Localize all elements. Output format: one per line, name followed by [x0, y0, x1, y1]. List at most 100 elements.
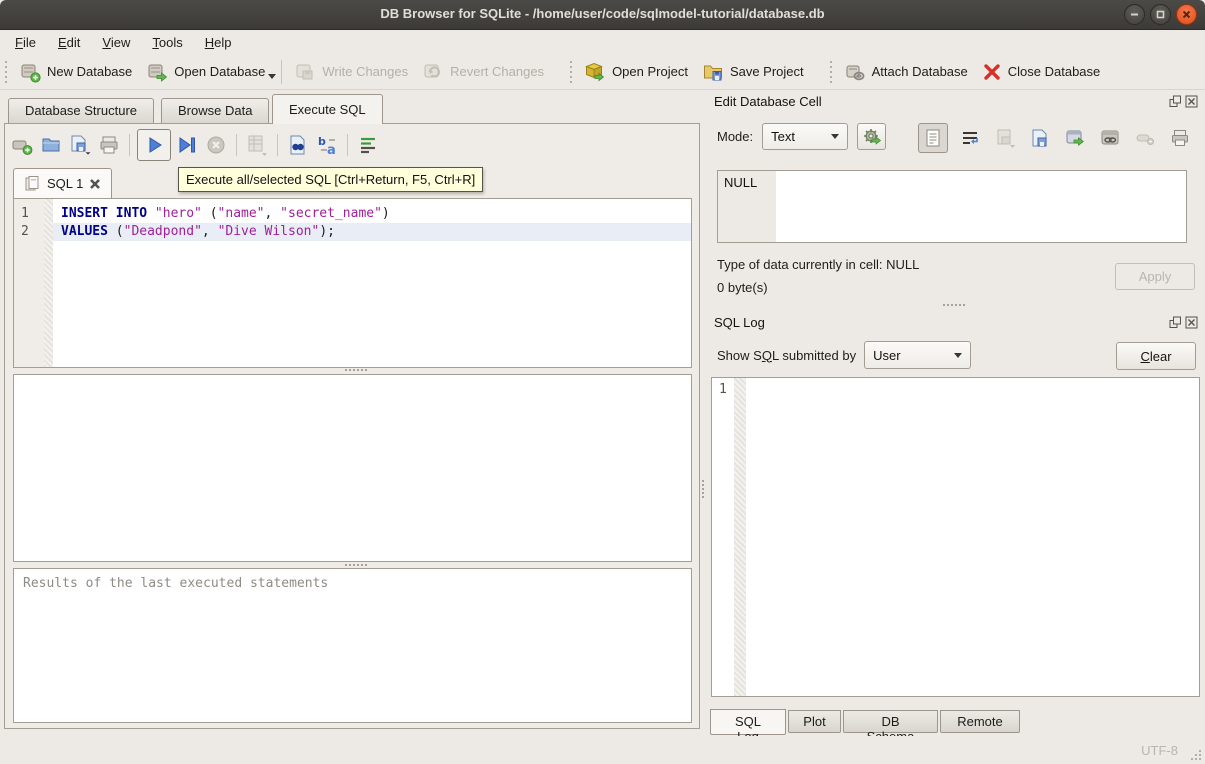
titlebar[interactable]: DB Browser for SQLite - /home/user/code/…	[0, 0, 1205, 30]
sql-document-tab[interactable]: SQL 1	[13, 168, 112, 198]
close-database-button[interactable]: Close Database	[975, 58, 1108, 86]
sql-log-text-area[interactable]	[746, 378, 1199, 696]
dock-tab-plot[interactable]: Plot	[788, 710, 841, 733]
code-line[interactable]: INSERT INTO "hero" ("name", "secret_name…	[53, 205, 691, 223]
float-panel-icon[interactable]	[1169, 95, 1182, 108]
format-sql-icon	[357, 134, 379, 156]
menu-help[interactable]: Help	[194, 32, 243, 53]
dock-tab-remote[interactable]: Remote	[940, 710, 1020, 733]
save-project-label: Save Project	[730, 64, 804, 79]
print-sql-button[interactable]	[96, 132, 122, 158]
maximize-button[interactable]	[1150, 4, 1171, 25]
sql-toolbar-separator	[277, 134, 278, 156]
save-sql-file-icon	[68, 133, 92, 157]
gear-apply-icon	[862, 127, 882, 147]
close-sql-tab-icon[interactable]	[89, 178, 101, 190]
new-database-button[interactable]: New Database	[12, 57, 139, 87]
word-wrap-button[interactable]	[957, 125, 983, 151]
mode-label: Mode:	[717, 129, 753, 144]
menu-view[interactable]: View	[91, 32, 141, 53]
write-changes-label: Write Changes	[322, 64, 408, 79]
print-icon	[1170, 128, 1190, 148]
import-cell-data-button	[992, 125, 1018, 151]
dock-splitter-handle[interactable]	[943, 304, 945, 306]
open-in-external-button[interactable]	[1062, 125, 1088, 151]
revert-changes-icon	[422, 61, 444, 83]
right-dock: Edit Database Cell Mode: Text	[705, 90, 1205, 736]
open-sql-tab-button[interactable]	[9, 132, 35, 158]
copy-link-button[interactable]	[1097, 125, 1123, 151]
clear-log-button[interactable]: Clear	[1116, 342, 1196, 370]
execute-line-icon	[177, 135, 197, 155]
import-cell-data-icon	[994, 127, 1016, 149]
save-project-button[interactable]: Save Project	[695, 57, 811, 87]
tab-execute-sql[interactable]: Execute SQL	[272, 94, 383, 124]
stop-execution-button	[203, 132, 229, 158]
toolbar-drag-handle[interactable]	[569, 61, 573, 83]
close-panel-icon[interactable]	[1185, 95, 1198, 108]
sql-log-view[interactable]: 1	[711, 377, 1200, 697]
splitter-handle[interactable]	[345, 564, 347, 566]
execute-all-button[interactable]	[137, 129, 171, 161]
attach-database-button[interactable]: Attach Database	[837, 57, 975, 87]
dock-tab-sql-log[interactable]: SQL Log	[710, 709, 786, 735]
svg-text:a: a	[327, 143, 336, 156]
tab-browse-data[interactable]: Browse Data	[161, 98, 269, 124]
text-mode-button[interactable]	[918, 123, 948, 153]
export-cell-data-button[interactable]	[1027, 125, 1053, 151]
cell-value-text-area[interactable]	[776, 171, 1186, 242]
tab-browse-data-label: Browse Data	[178, 103, 252, 118]
open-project-button[interactable]: Open Project	[577, 57, 695, 87]
menu-file[interactable]: File	[4, 32, 47, 53]
toolbar-drag-handle[interactable]	[4, 61, 8, 83]
replace-icon: b a	[316, 134, 338, 156]
toolbar-drag-handle[interactable]	[829, 61, 833, 83]
format-sql-button[interactable]	[355, 132, 381, 158]
menu-tools[interactable]: Tools	[141, 32, 193, 53]
sql-editor-toolbar: b a	[9, 127, 381, 163]
close-window-button[interactable]	[1176, 4, 1197, 25]
import-in-cell-button[interactable]	[857, 123, 886, 150]
resize-grip[interactable]	[1199, 758, 1201, 760]
sql-log-filter-select[interactable]: User	[864, 341, 971, 369]
close-database-label: Close Database	[1008, 64, 1101, 79]
minimize-button[interactable]	[1124, 4, 1145, 25]
print-cell-button[interactable]	[1167, 125, 1193, 151]
export-icon	[1065, 128, 1085, 148]
results-grid-pane[interactable]	[13, 374, 692, 562]
link-icon	[1100, 128, 1120, 148]
tab-database-structure[interactable]: Database Structure	[8, 98, 154, 124]
open-sql-file-button[interactable]	[38, 132, 64, 158]
open-database-dropdown-icon[interactable]	[268, 74, 276, 79]
float-panel-icon[interactable]	[1169, 316, 1182, 329]
save-results-button	[244, 132, 270, 158]
sql-code-editor[interactable]: 12 INSERT INTO "hero" ("name", "secret_n…	[13, 198, 692, 368]
dock-tab-db-schema[interactable]: DB Schema	[843, 710, 938, 733]
open-database-button[interactable]: Open Database	[139, 57, 272, 87]
apply-button-label: Apply	[1139, 269, 1172, 284]
chevron-down-icon	[954, 353, 962, 358]
cell-value-editor[interactable]: NULL	[717, 170, 1187, 243]
save-sql-file-button[interactable]	[67, 132, 93, 158]
find-icon	[287, 134, 309, 156]
execute-line-button[interactable]	[174, 132, 200, 158]
close-panel-icon[interactable]	[1185, 316, 1198, 329]
find-button[interactable]	[285, 132, 311, 158]
sql-toolbar-separator	[347, 134, 348, 156]
splitter-handle[interactable]	[345, 369, 347, 371]
sql-log-filter-row: Show SQL submitted by User	[717, 341, 971, 369]
code-line[interactable]: VALUES ("Deadpond", "Dive Wilson");	[53, 223, 691, 241]
write-changes-button: Write Changes	[287, 57, 415, 87]
set-null-icon	[1135, 128, 1155, 148]
mode-select[interactable]: Text	[762, 123, 848, 150]
close-window-icon	[1181, 9, 1192, 20]
results-message-pane[interactable]: Results of the last executed statements	[13, 568, 692, 723]
maximize-icon	[1155, 9, 1166, 20]
menu-edit[interactable]: Edit	[47, 32, 91, 53]
sql-document-icon	[24, 175, 41, 192]
sql-code-area[interactable]: INSERT INTO "hero" ("name", "secret_name…	[53, 199, 691, 367]
tab-execute-sql-label: Execute SQL	[289, 102, 366, 117]
replace-button[interactable]: b a	[314, 132, 340, 158]
dock-splitter-handle[interactable]	[702, 480, 704, 482]
sql-toolbar-separator	[129, 134, 130, 156]
